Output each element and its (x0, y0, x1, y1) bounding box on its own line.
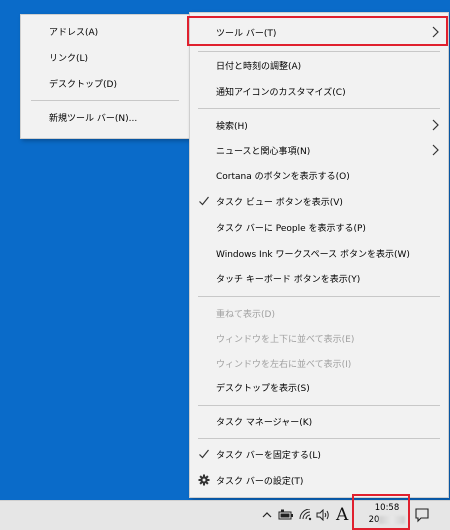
menu-item-stack-windows: ウィンドウを上下に並べて表示(E) (190, 326, 448, 350)
menu-item-label: タスク バーを固定する(L) (216, 450, 321, 461)
menu-item-label: Windows Ink ワークスペース ボタンを表示(W) (216, 249, 410, 260)
taskbar-context-menu: ツール バー(T) 日付と時刻の調整(A) 通知アイコンのカスタマイズ(C) 検… (189, 12, 449, 498)
menu-item-label: Cortana のボタンを表示する(O) (216, 171, 350, 182)
clock-time: 10:58 (374, 503, 400, 513)
menu-separator (198, 108, 440, 109)
menu-item-cascade-windows: 重ねて表示(D) (190, 301, 448, 325)
menu-item-adjust-datetime[interactable]: 日付と時刻の調整(A) (190, 53, 448, 77)
menu-separator (31, 100, 179, 101)
menu-item-label: ツール バー(T) (216, 28, 277, 39)
checkmark-icon (199, 449, 209, 459)
menu-item-news-interests[interactable]: ニュースと関心事項(N) (190, 138, 448, 162)
menu-item-label: 日付と時刻の調整(A) (216, 61, 302, 72)
menu-item-label: 検索(H) (216, 121, 248, 132)
submenu-item-label: リンク(L) (49, 53, 89, 64)
chevron-right-icon (432, 119, 439, 131)
submenu-item-desktop[interactable]: デスクトップ(D) (21, 71, 189, 95)
battery-icon[interactable] (278, 507, 294, 523)
submenu-item-address[interactable]: アドレス(A) (21, 19, 189, 43)
menu-item-lock-taskbar[interactable]: タスク バーを固定する(L) (190, 442, 448, 466)
menu-separator (198, 51, 440, 52)
checkmark-icon (199, 196, 209, 206)
taskbar[interactable]: A 10:58 20 (0, 500, 450, 530)
menu-item-label: タスク バーの設定(T) (216, 476, 304, 487)
action-center-icon[interactable] (414, 507, 430, 523)
menu-item-label: タッチ キーボード ボタンを表示(Y) (216, 274, 361, 285)
chevron-right-icon (432, 144, 439, 156)
toolbars-submenu: アドレス(A) リンク(L) デスクトップ(D) 新規ツール バー(N)... (20, 14, 190, 139)
menu-separator (198, 405, 440, 406)
menu-item-side-by-side-windows: ウィンドウを左右に並べて表示(I) (190, 351, 448, 375)
menu-item-label: ウィンドウを上下に並べて表示(E) (216, 334, 355, 345)
wifi-icon[interactable] (298, 507, 314, 523)
menu-item-show-people[interactable]: タスク バーに People を表示する(P) (190, 215, 448, 239)
menu-item-toolbars[interactable]: ツール バー(T) (190, 20, 448, 44)
menu-item-label: タスク ビュー ボタンを表示(V) (216, 197, 343, 208)
menu-separator (198, 296, 440, 297)
submenu-item-new-toolbar[interactable]: 新規ツール バー(N)... (21, 105, 189, 129)
menu-item-label: タスク マネージャー(K) (216, 417, 313, 428)
blurred-date (379, 515, 406, 524)
menu-item-show-cortana[interactable]: Cortana のボタンを表示する(O) (190, 163, 448, 187)
menu-item-label: 通知アイコンのカスタマイズ(C) (216, 87, 346, 98)
menu-item-show-desktop[interactable]: デスクトップを表示(S) (190, 375, 448, 399)
menu-item-label: タスク バーに People を表示する(P) (216, 223, 366, 234)
ime-mode-indicator[interactable]: A (336, 505, 350, 525)
menu-item-taskbar-settings[interactable]: タスク バーの設定(T) (190, 468, 448, 492)
menu-item-show-windows-ink[interactable]: Windows Ink ワークスペース ボタンを表示(W) (190, 241, 448, 265)
menu-item-label: 重ねて表示(D) (216, 309, 275, 320)
submenu-item-label: 新規ツール バー(N)... (49, 113, 138, 124)
menu-item-label: ニュースと関心事項(N) (216, 146, 311, 157)
menu-item-label: デスクトップを表示(S) (216, 383, 310, 394)
gear-icon (198, 474, 210, 486)
menu-item-show-touch-keyboard[interactable]: タッチ キーボード ボタンを表示(Y) (190, 266, 448, 290)
menu-separator (198, 438, 440, 439)
menu-item-customize-notifications[interactable]: 通知アイコンのカスタマイズ(C) (190, 79, 448, 103)
submenu-item-label: アドレス(A) (49, 27, 99, 38)
menu-item-search[interactable]: 検索(H) (190, 113, 448, 137)
submenu-item-label: デスクトップ(D) (49, 79, 117, 90)
system-clock[interactable]: 10:58 20 (364, 502, 410, 528)
menu-item-label: ウィンドウを左右に並べて表示(I) (216, 359, 352, 370)
menu-item-show-task-view[interactable]: タスク ビュー ボタンを表示(V) (190, 189, 448, 213)
submenu-item-links[interactable]: リンク(L) (21, 45, 189, 69)
clock-date: 20 (364, 514, 410, 526)
menu-item-task-manager[interactable]: タスク マネージャー(K) (190, 409, 448, 433)
chevron-up-icon[interactable] (259, 507, 275, 523)
volume-icon[interactable] (315, 507, 331, 523)
chevron-right-icon (432, 26, 439, 38)
